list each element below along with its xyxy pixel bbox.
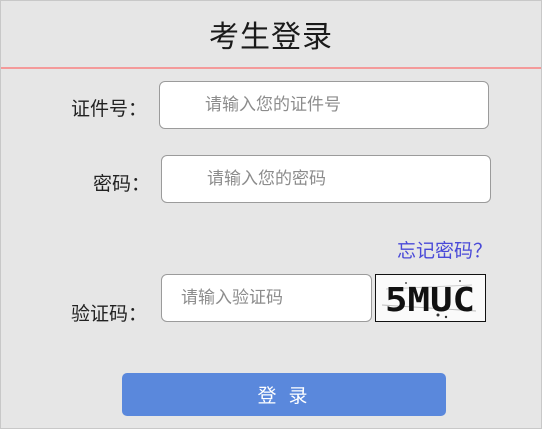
id-number-label: 证件号： (71, 98, 148, 120)
id-number-input[interactable] (159, 81, 489, 129)
captcha-label: 验证码： (71, 303, 148, 325)
title-divider (1, 67, 541, 69)
captcha-graphic: 5MUC (376, 275, 485, 321)
login-button[interactable]: 登 录 (122, 373, 446, 416)
captcha-code: 5MUC (385, 280, 475, 319)
password-input[interactable] (161, 155, 491, 203)
captcha-input[interactable] (161, 274, 372, 322)
password-label: 密码： (93, 173, 151, 195)
login-panel: 考生登录 证件号： 密码： 忘记密码？ 验证码： 5MUC 登 录 (0, 0, 542, 429)
forgot-password-link[interactable]: 忘记密码？ (397, 236, 492, 263)
page-title: 考生登录 (209, 20, 333, 55)
captcha-image[interactable]: 5MUC (375, 274, 486, 322)
